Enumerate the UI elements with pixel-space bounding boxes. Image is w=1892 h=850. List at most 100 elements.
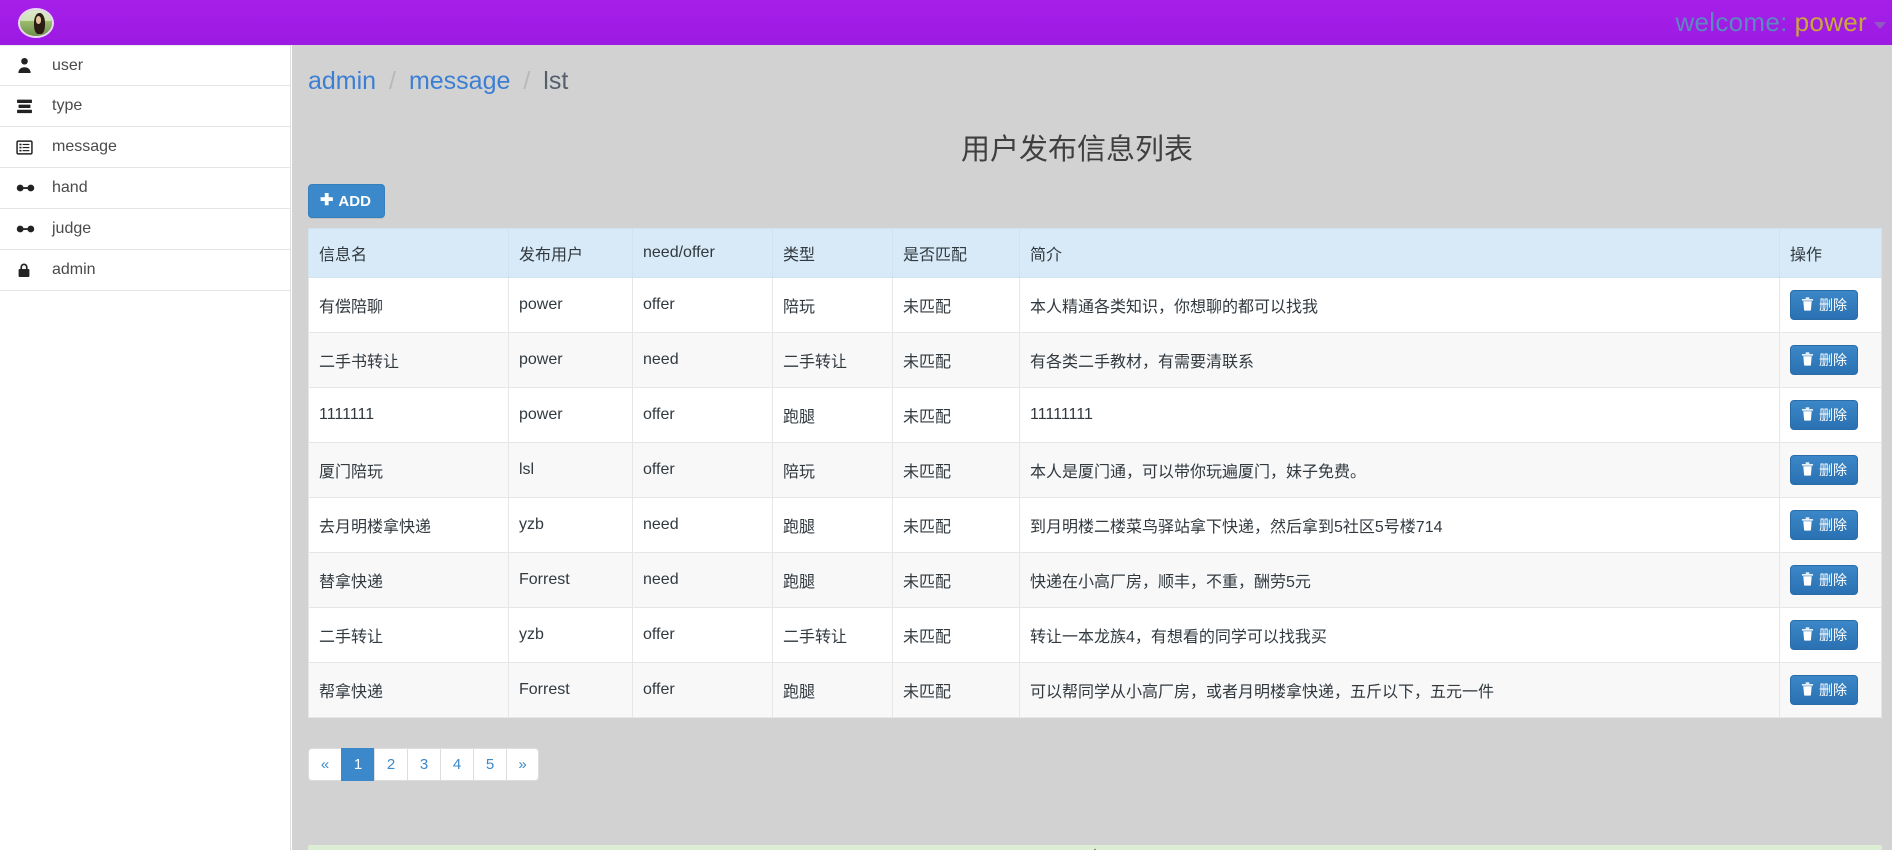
table-row: 去月明楼拿快递 yzb need 跑腿 未匹配 到月明楼二楼菜鸟驿站拿下快递，然后拿到5社…: [308, 497, 1882, 553]
cell-desc: 本人是厦门通，可以带你玩遍厦门，妹子免费。: [1019, 442, 1780, 498]
top-navbar: welcome: power: [0, 0, 1892, 45]
pagination-prev[interactable]: «: [308, 748, 341, 781]
sidebar-item-judge[interactable]: judge: [0, 209, 290, 250]
glasses-icon: [16, 223, 40, 235]
cell-desc: 11111111: [1019, 387, 1780, 443]
cell-need-offer: offer: [632, 662, 773, 718]
cell-need-offer: offer: [632, 277, 773, 333]
cell-type: 陪玩: [772, 442, 893, 498]
cell-operation: 删除: [1779, 332, 1882, 388]
breadcrumb-item-lst: lst: [543, 67, 569, 95]
welcome-menu[interactable]: welcome: power: [1675, 0, 1886, 45]
avatar-face: [36, 16, 42, 24]
trash-icon: [1801, 462, 1814, 478]
cell-user: yzb: [508, 497, 633, 553]
cell-desc: 到月明楼二楼菜鸟驿站拿下快递，然后拿到5社区5号楼714: [1019, 497, 1780, 553]
breadcrumb-item-message[interactable]: message: [409, 67, 510, 95]
delete-button[interactable]: 删除: [1790, 510, 1858, 540]
cell-desc: 快递在小高厂房，顺丰，不重，酬劳5元: [1019, 552, 1780, 608]
table-head: 信息名 发布用户 need/offer 类型 是否匹配 简介 操作: [308, 228, 1882, 278]
glasses-icon: [16, 182, 40, 194]
lock-icon: [16, 262, 40, 279]
pagination: «1 2 3 4 5»: [292, 718, 1892, 781]
cell-need-offer: offer: [632, 442, 773, 498]
avatar[interactable]: [18, 7, 54, 38]
cell-type: 跑腿: [772, 387, 893, 443]
list-alt-icon: [16, 139, 40, 156]
welcome-username: power: [1794, 7, 1867, 37]
pagination-page-1[interactable]: 1: [341, 748, 374, 781]
server-list-icon: [16, 98, 40, 115]
delete-button-label: 删除: [1819, 517, 1847, 533]
column-header-type: 类型: [772, 228, 893, 278]
cell-need-offer: need: [632, 552, 773, 608]
cell-type: 陪玩: [772, 277, 893, 333]
sidebar-item-label: user: [52, 56, 84, 74]
delete-button[interactable]: 删除: [1790, 455, 1858, 485]
sidebar-item-label: admin: [52, 261, 96, 278]
sidebar-item-admin[interactable]: admin: [0, 250, 290, 291]
cell-type: 跑腿: [772, 497, 893, 553]
table-header-row: 信息名 发布用户 need/offer 类型 是否匹配 简介 操作: [308, 228, 1882, 278]
cell-user: power: [508, 277, 633, 333]
sidebar-item-message[interactable]: message: [0, 127, 290, 168]
cell-need-offer: offer: [632, 387, 773, 443]
cell-desc: 可以帮同学从小高厂房，或者月明楼拿快递，五斤以下，五元一件: [1019, 662, 1780, 718]
cell-name: 二手书转让: [308, 332, 509, 388]
cell-user: Forrest: [508, 662, 633, 718]
delete-button[interactable]: 删除: [1790, 400, 1858, 430]
delete-button[interactable]: 删除: [1790, 565, 1858, 595]
table-container: 信息名 发布用户 need/offer 类型 是否匹配 简介 操作 有偿陪聊 po…: [292, 218, 1892, 718]
sidebar-item-label: hand: [52, 179, 88, 196]
cell-user: power: [508, 387, 633, 443]
trash-icon: [1801, 572, 1814, 588]
trash-icon: [1801, 517, 1814, 533]
sidebar-item-hand[interactable]: hand: [0, 168, 290, 209]
cell-name: 帮拿快递: [308, 662, 509, 718]
pagination-page-2[interactable]: 2: [374, 748, 407, 781]
column-header-operation: 操作: [1779, 228, 1882, 278]
cell-matched: 未匹配: [892, 387, 1020, 443]
user-icon: [16, 57, 40, 74]
trash-icon: [1801, 297, 1814, 313]
delete-button[interactable]: 删除: [1790, 675, 1858, 705]
delete-button-label: 删除: [1819, 462, 1847, 478]
cell-operation: 删除: [1779, 387, 1882, 443]
delete-button[interactable]: 删除: [1790, 620, 1858, 650]
breadcrumb-separator: /: [523, 67, 531, 95]
sidebar-item-type[interactable]: type: [0, 86, 290, 127]
cell-desc: 转让一本龙族4，有想看的同学可以找我买: [1019, 607, 1780, 663]
pagination-next[interactable]: »: [506, 748, 539, 781]
cell-user: yzb: [508, 607, 633, 663]
cell-operation: 删除: [1779, 277, 1882, 333]
pagination-page-3[interactable]: 3: [407, 748, 440, 781]
pagination-page-5[interactable]: 5: [473, 748, 506, 781]
breadcrumb-item-admin[interactable]: admin: [308, 67, 376, 95]
page-title: 用户发布信息列表: [960, 134, 1193, 166]
cell-type: 跑腿: [772, 552, 893, 608]
trash-icon: [1801, 407, 1814, 423]
table-row: 二手书转让 power need 二手转让 未匹配 有各类二手教材，有需要清联系 删除: [308, 332, 1882, 388]
pagination-page-4[interactable]: 4: [440, 748, 473, 781]
cell-name: 去月明楼拿快递: [308, 497, 509, 553]
add-button-label: ADD: [338, 192, 371, 210]
delete-button-label: 删除: [1819, 572, 1847, 588]
column-header-desc: 简介: [1019, 228, 1780, 278]
cell-matched: 未匹配: [892, 552, 1020, 608]
add-button[interactable]: ✚ ADD: [308, 184, 385, 218]
delete-button[interactable]: 删除: [1790, 290, 1858, 320]
table-row: 帮拿快递 Forrest offer 跑腿 未匹配 可以帮同学从小高厂房，或者月明楼拿快递…: [308, 662, 1882, 718]
sidebar-item-label: message: [52, 138, 117, 155]
delete-button[interactable]: 删除: [1790, 345, 1858, 375]
cell-name: 替拿快递: [308, 552, 509, 608]
cell-operation: 删除: [1779, 497, 1882, 553]
plus-icon: ✚: [320, 192, 334, 209]
table-row: 厦门陪玩 lsl offer 陪玩 未匹配 本人是厦门通，可以带你玩遍厦门，妹子免费。 删除: [308, 442, 1882, 498]
main-content: admin / message / lst 用户发布信息列表 ✚ ADD 信息名…: [292, 45, 1892, 850]
trash-icon: [1801, 352, 1814, 368]
sidebar-item-user[interactable]: user: [0, 45, 290, 86]
cell-type: 二手转让: [772, 607, 893, 663]
table-row: 1111111 power offer 跑腿 未匹配 11111111 删除: [308, 387, 1882, 443]
cell-name: 二手转让: [308, 607, 509, 663]
delete-button-label: 删除: [1819, 297, 1847, 313]
